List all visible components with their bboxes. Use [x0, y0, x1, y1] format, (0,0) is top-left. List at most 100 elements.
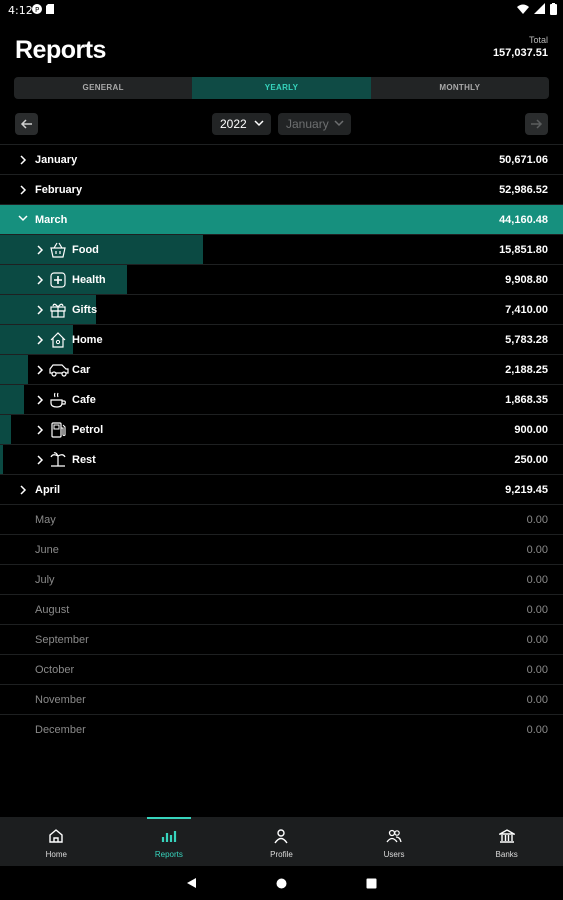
bottom-navigation: Home Reports Profile Users Banks [0, 817, 563, 866]
back-icon[interactable] [186, 877, 197, 889]
tab-general[interactable]: GENERAL [14, 77, 192, 99]
category-label: Car [72, 364, 91, 376]
app-notification-icon: P [32, 4, 42, 14]
category-value: 250.00 [514, 454, 548, 466]
year-select[interactable]: 2022 [212, 113, 271, 135]
category-row-car[interactable]: Car 2,188.25 [0, 354, 563, 384]
month-label: November [35, 694, 86, 706]
category-row-home[interactable]: Home 5,783.28 [0, 324, 563, 354]
month-label: July [35, 574, 55, 586]
nav-label: Profile [270, 850, 293, 859]
arrow-left-icon [20, 119, 32, 129]
category-share-bar [0, 355, 28, 384]
arrow-right-icon [531, 119, 543, 129]
nav-label: Reports [154, 850, 183, 859]
month-row-may: May 0.00 [0, 504, 563, 534]
person-icon [274, 829, 289, 844]
chevron-right-icon [37, 275, 44, 285]
basket-icon [50, 242, 66, 258]
month-row-september: September 0.00 [0, 624, 563, 654]
category-row-food[interactable]: Food 15,851.80 [0, 234, 563, 264]
category-value: 5,783.28 [505, 334, 548, 346]
month-row-october: October 0.00 [0, 654, 563, 684]
status-time: 4:12 [8, 4, 33, 17]
month-label: March [35, 214, 68, 226]
category-row-rest[interactable]: Rest 250.00 [0, 444, 563, 474]
category-share-bar [0, 445, 3, 474]
month-row-april[interactable]: April 9,219.45 [0, 474, 563, 504]
total-value: 157,037.51 [492, 47, 548, 59]
nav-label: Users [383, 850, 405, 859]
tab-monthly[interactable]: MONTHLY [371, 77, 549, 99]
category-row-cafe[interactable]: Cafe 1,868.35 [0, 384, 563, 414]
nav-label: Home [45, 850, 67, 859]
month-label: May [35, 514, 56, 526]
month-label: February [35, 184, 83, 196]
tab-yearly[interactable]: YEARLY [192, 77, 371, 99]
nav-reports[interactable]: Reports [113, 817, 226, 866]
chevron-down-icon [334, 120, 344, 127]
month-value: 9,219.45 [505, 484, 548, 496]
system-navigation-bar [0, 866, 563, 900]
month-value: 0.00 [526, 514, 548, 526]
total-label: Total [528, 35, 548, 45]
nav-profile[interactable]: Profile [225, 817, 338, 866]
chevron-right-icon [37, 245, 44, 255]
category-row-gifts[interactable]: Gifts 7,410.00 [0, 294, 563, 324]
category-value: 2,188.25 [505, 364, 548, 376]
month-row-january[interactable]: January 50,671.06 [0, 144, 563, 174]
chevron-right-icon [37, 455, 44, 465]
home-icon [50, 332, 66, 348]
category-share-bar [0, 235, 203, 264]
month-row-february[interactable]: February 52,986.52 [0, 174, 563, 204]
month-row-december: December 0.00 [0, 714, 563, 744]
nav-home[interactable]: Home [0, 817, 113, 866]
month-row-november: November 0.00 [0, 684, 563, 714]
month-label: October [35, 664, 75, 676]
status-bar: 4:12 P [0, 0, 563, 22]
car-icon [49, 364, 69, 377]
month-row-march[interactable]: March 44,160.48 [0, 204, 563, 234]
month-value: 0.00 [526, 664, 548, 676]
category-label: Gifts [72, 304, 98, 316]
category-label: Rest [72, 454, 96, 466]
category-value: 1,868.35 [505, 394, 548, 406]
category-value: 900.00 [514, 424, 548, 436]
category-label: Cafe [72, 394, 96, 406]
month-row-july: July 0.00 [0, 564, 563, 594]
nav-users[interactable]: Users [338, 817, 451, 866]
nav-banks[interactable]: Banks [450, 817, 563, 866]
home-circle-icon[interactable] [276, 878, 287, 889]
health-icon [50, 272, 66, 288]
chevron-right-icon [37, 305, 44, 315]
next-period-button[interactable] [525, 113, 548, 135]
battery-icon [550, 3, 557, 15]
beach-icon [50, 452, 66, 467]
month-value: 0.00 [526, 604, 548, 616]
month-value: 52,986.52 [499, 184, 548, 196]
svg-text:P: P [35, 6, 39, 14]
month-value: 0.00 [526, 544, 548, 556]
yearly-report-list: January 50,671.06 February 52,986.52 Mar… [0, 144, 563, 744]
page-title: Reports [15, 36, 106, 64]
previous-period-button[interactable] [15, 113, 38, 135]
signal-icon [534, 3, 545, 14]
category-value: 15,851.80 [499, 244, 548, 256]
month-label: June [35, 544, 59, 556]
category-row-petrol[interactable]: Petrol 900.00 [0, 414, 563, 444]
month-row-june: June 0.00 [0, 534, 563, 564]
category-share-bar [0, 415, 11, 444]
category-label: Home [72, 334, 103, 346]
month-label: April [35, 484, 61, 496]
bar-chart-icon [161, 831, 176, 842]
month-select[interactable]: January [278, 113, 351, 135]
chevron-right-icon [37, 395, 44, 405]
bank-icon [498, 829, 515, 843]
month-label: August [35, 604, 70, 616]
category-row-health[interactable]: Health 9,908.80 [0, 264, 563, 294]
chevron-right-icon [37, 335, 44, 345]
month-value: 50,671.06 [499, 154, 548, 166]
recents-icon[interactable] [366, 878, 377, 889]
chevron-right-icon [37, 365, 44, 375]
category-label: Petrol [72, 424, 104, 436]
